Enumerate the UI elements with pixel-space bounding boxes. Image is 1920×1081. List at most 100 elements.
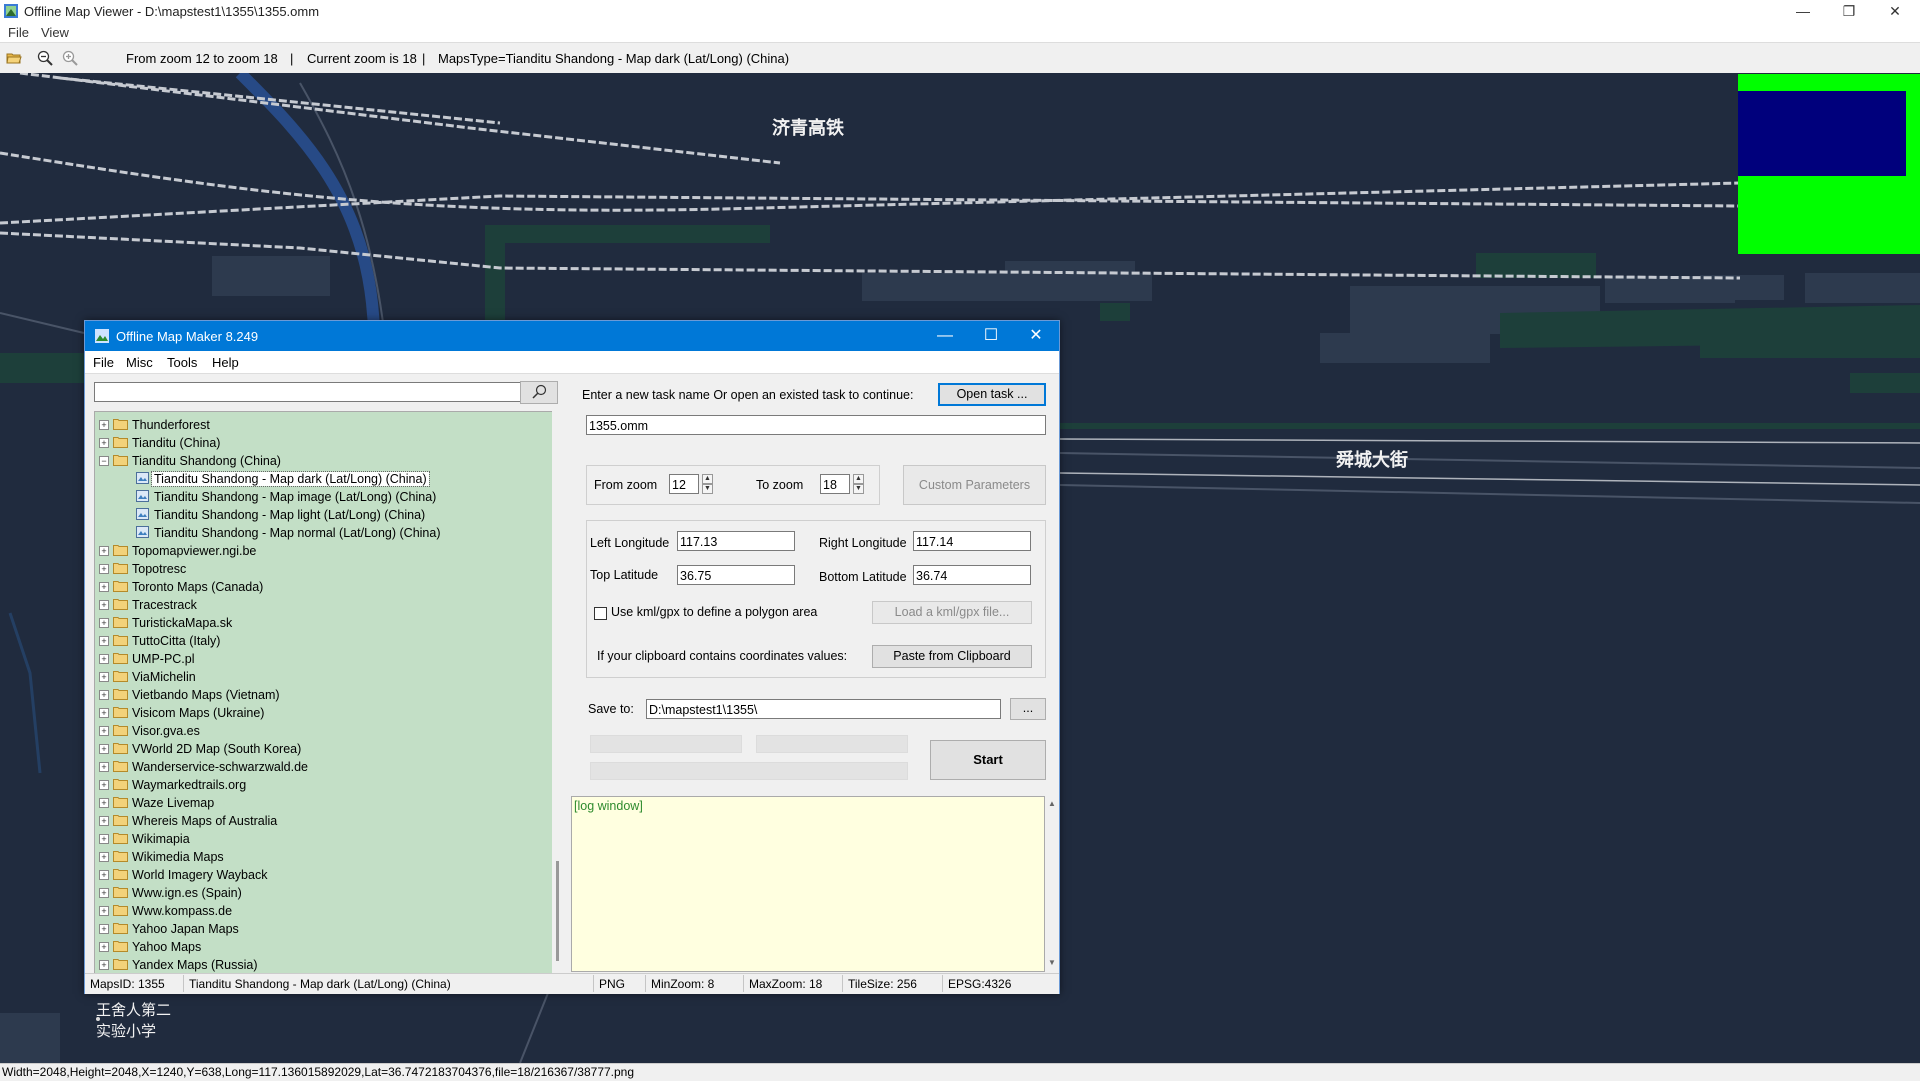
expand-icon[interactable]: + — [99, 762, 109, 772]
tree-folder-item[interactable]: + Www.ign.es (Spain) — [95, 884, 535, 902]
expand-icon[interactable]: + — [99, 906, 109, 916]
tree-folder-item[interactable]: + Yahoo Japan Maps — [95, 920, 535, 938]
expand-icon[interactable]: + — [99, 816, 109, 826]
scroll-down-icon[interactable]: ▼ — [1048, 958, 1056, 967]
zoom-out-icon[interactable] — [37, 50, 53, 66]
tree-folder-item[interactable]: + ViaMichelin — [95, 668, 535, 686]
tree-folder-item[interactable]: + Wikimedia Maps — [95, 848, 535, 866]
tree-scrollbar-thumb[interactable] — [556, 861, 559, 961]
expand-icon[interactable]: + — [99, 870, 109, 880]
maximize-button[interactable]: ❐ — [1826, 0, 1872, 22]
dialog-maximize-button[interactable]: ☐ — [968, 325, 1014, 349]
tree-folder-item[interactable]: + UMP-PC.pl — [95, 650, 535, 668]
tree-folder-item[interactable]: + Topomapviewer.ngi.be — [95, 542, 535, 560]
expand-icon[interactable]: + — [99, 744, 109, 754]
tree-folder-item[interactable]: + TuttoCitta (Italy) — [95, 632, 535, 650]
right-longitude-input[interactable]: 117.14 — [913, 531, 1031, 551]
tree-scrollbar[interactable] — [552, 411, 566, 973]
expand-icon[interactable]: + — [99, 924, 109, 934]
expand-icon[interactable]: + — [99, 834, 109, 844]
log-scrollbar[interactable]: ▲ ▼ — [1045, 796, 1059, 972]
tree-map-item[interactable]: Tianditu Shandong - Map normal (Lat/Long… — [95, 524, 535, 542]
browse-button[interactable]: ... — [1010, 698, 1046, 720]
custom-parameters-button[interactable]: Custom Parameters — [903, 465, 1046, 505]
tree-folder-item[interactable]: + Yandex Maps (Russia) — [95, 956, 535, 974]
expand-icon[interactable]: + — [99, 618, 109, 628]
expand-icon[interactable]: + — [99, 582, 109, 592]
expand-icon[interactable]: + — [99, 852, 109, 862]
paste-from-clipboard-button[interactable]: Paste from Clipboard — [872, 645, 1032, 668]
expand-icon[interactable]: + — [99, 708, 109, 718]
expand-icon[interactable]: + — [99, 654, 109, 664]
from-zoom-spinner[interactable]: ▲ ▼ — [702, 474, 713, 494]
collapse-icon[interactable]: − — [99, 456, 109, 466]
spin-down-icon[interactable]: ▼ — [702, 484, 713, 494]
expand-icon[interactable]: + — [99, 960, 109, 970]
maps-search-input[interactable] — [94, 382, 528, 402]
tree-folder-item[interactable]: + Yahoo Maps — [95, 938, 535, 956]
save-path-input[interactable]: D:\mapstest1\1355\ — [646, 699, 1001, 719]
expand-icon[interactable]: + — [99, 888, 109, 898]
dialog-menu-file[interactable]: File — [93, 355, 114, 370]
zoom-in-icon[interactable] — [62, 50, 78, 66]
tree-folder-item[interactable]: + Vietbando Maps (Vietnam) — [95, 686, 535, 704]
minimize-button[interactable]: — — [1780, 0, 1826, 22]
tree-folder-item[interactable]: + Www.kompass.de — [95, 902, 535, 920]
menu-file[interactable]: File — [8, 25, 29, 40]
tree-folder-item[interactable]: + Visicom Maps (Ukraine) — [95, 704, 535, 722]
spin-up-icon[interactable]: ▲ — [702, 474, 713, 484]
expand-icon[interactable]: + — [99, 438, 109, 448]
menu-view[interactable]: View — [41, 25, 69, 40]
task-name-input[interactable]: 1355.omm — [586, 415, 1046, 435]
tree-folder-item[interactable]: + Tianditu (China) — [95, 434, 535, 452]
tree-folder-item[interactable]: + Waze Livemap — [95, 794, 535, 812]
expand-icon[interactable]: + — [99, 942, 109, 952]
dialog-menu-help[interactable]: Help — [212, 355, 239, 370]
dialog-close-button[interactable]: ✕ — [1013, 325, 1059, 349]
left-longitude-input[interactable]: 117.13 — [677, 531, 795, 551]
dialog-minimize-button[interactable]: — — [922, 325, 968, 349]
spin-up-icon[interactable]: ▲ — [853, 474, 864, 484]
log-window[interactable]: [log window] — [571, 796, 1045, 972]
tree-map-item[interactable]: Tianditu Shandong - Map light (Lat/Long)… — [95, 506, 535, 524]
tree-folder-item[interactable]: − Tianditu Shandong (China) — [95, 452, 535, 470]
tree-map-item[interactable]: Tianditu Shandong - Map image (Lat/Long)… — [95, 488, 535, 506]
tree-folder-item[interactable]: + Thunderforest — [95, 416, 535, 434]
top-latitude-input[interactable]: 36.75 — [677, 565, 795, 585]
tree-folder-item[interactable]: + Visor.gva.es — [95, 722, 535, 740]
expand-icon[interactable]: + — [99, 726, 109, 736]
start-button[interactable]: Start — [930, 740, 1046, 780]
tree-folder-item[interactable]: + Wanderservice-schwarzwald.de — [95, 758, 535, 776]
load-kml-button[interactable]: Load a kml/gpx file... — [872, 601, 1032, 624]
open-task-button[interactable]: Open task ... — [938, 383, 1046, 406]
search-button[interactable] — [520, 381, 558, 404]
tree-folder-item[interactable]: + Tracestrack — [95, 596, 535, 614]
expand-icon[interactable]: + — [99, 780, 109, 790]
tree-folder-item[interactable]: + VWorld 2D Map (South Korea) — [95, 740, 535, 758]
tree-folder-item[interactable]: + TuristickaMapa.sk — [95, 614, 535, 632]
expand-icon[interactable]: + — [99, 546, 109, 556]
tree-folder-item[interactable]: + Waymarkedtrails.org — [95, 776, 535, 794]
from-zoom-input[interactable]: 12 — [669, 474, 699, 494]
to-zoom-spinner[interactable]: ▲ ▼ — [853, 474, 864, 494]
tree-folder-item[interactable]: + Toronto Maps (Canada) — [95, 578, 535, 596]
spin-down-icon[interactable]: ▼ — [853, 484, 864, 494]
tree-folder-item[interactable]: + Topotresc — [95, 560, 535, 578]
open-folder-icon[interactable] — [6, 50, 22, 66]
expand-icon[interactable]: + — [99, 690, 109, 700]
expand-icon[interactable]: + — [99, 600, 109, 610]
bottom-latitude-input[interactable]: 36.74 — [913, 565, 1031, 585]
dialog-menu-misc[interactable]: Misc — [126, 355, 153, 370]
tree-folder-item[interactable]: + Wikimapia — [95, 830, 535, 848]
to-zoom-input[interactable]: 18 — [820, 474, 850, 494]
tree-map-item[interactable]: Tianditu Shandong - Map dark (Lat/Long) … — [95, 470, 535, 488]
kml-checkbox[interactable] — [594, 607, 607, 620]
maps-tree[interactable]: + Thunderforest + Tianditu (China) − Tianditu… — [94, 411, 554, 975]
tree-folder-item[interactable]: + Whereis Maps of Australia — [95, 812, 535, 830]
scroll-up-icon[interactable]: ▲ — [1048, 799, 1056, 808]
expand-icon[interactable]: + — [99, 672, 109, 682]
close-button[interactable]: ✕ — [1872, 0, 1918, 22]
tree-folder-item[interactable]: + World Imagery Wayback — [95, 866, 535, 884]
dialog-menu-tools[interactable]: Tools — [167, 355, 197, 370]
expand-icon[interactable]: + — [99, 564, 109, 574]
